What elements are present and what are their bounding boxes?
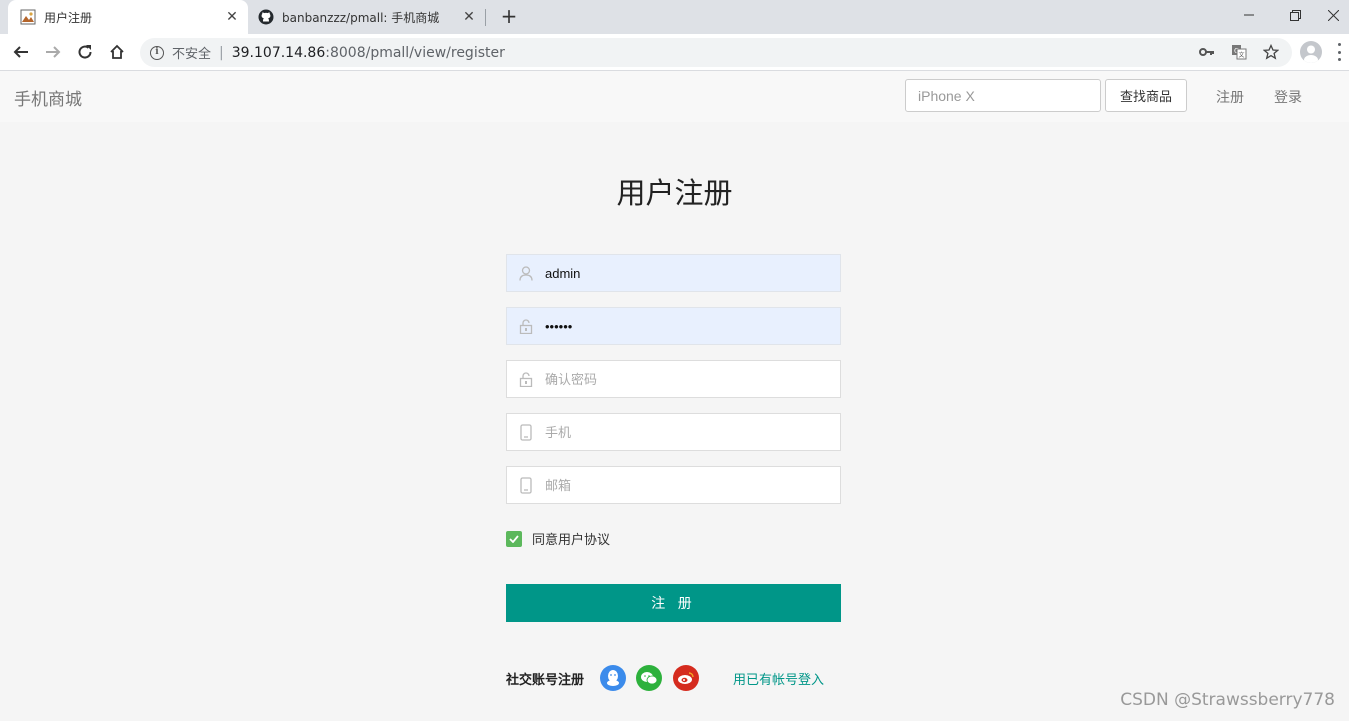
search-input[interactable] <box>905 79 1101 112</box>
new-tab-icon[interactable]: + <box>498 6 520 28</box>
lock-icon <box>507 308 545 344</box>
social-register-label: 社交账号注册 <box>506 673 585 688</box>
reload-icon[interactable] <box>71 38 99 66</box>
url-path: :8008/pmall/view/register <box>325 44 505 61</box>
svg-text:文: 文 <box>1239 51 1245 59</box>
nav-login-link[interactable]: 登录 <box>1274 87 1302 107</box>
tab-register[interactable]: 用户注册 ✕ <box>8 0 248 34</box>
confirm-password-field[interactable] <box>506 360 841 398</box>
watermark: CSDN @Strawssberry778 <box>1120 690 1335 710</box>
register-submit-button[interactable]: 注 册 <box>506 584 841 622</box>
nav-register-link[interactable]: 注册 <box>1216 87 1244 107</box>
agree-label: 同意用户协议 <box>532 533 611 548</box>
weibo-icon[interactable] <box>673 665 699 691</box>
restore-icon[interactable] <box>1272 0 1318 30</box>
browser-tab-strip: 用户注册 ✕ banbanzzz/pmall: 手机商城 ✕ + <box>0 0 1349 34</box>
password-field[interactable] <box>506 307 841 345</box>
phone-icon <box>507 467 545 503</box>
page-title: 用户注册 <box>616 176 733 210</box>
check-icon <box>509 534 519 543</box>
qq-icon[interactable] <box>600 665 626 691</box>
agree-checkbox[interactable] <box>506 530 522 547</box>
email-field[interactable] <box>506 466 841 504</box>
search-button[interactable]: 查找商品 <box>1105 79 1187 112</box>
page-favicon-icon <box>20 9 36 25</box>
insecure-label: 不安全 <box>172 47 212 62</box>
phone-input[interactable] <box>545 415 840 449</box>
key-icon[interactable] <box>1197 42 1217 62</box>
address-divider: | <box>219 44 224 61</box>
url-host: 39.107.14.86 <box>231 44 326 61</box>
browser-menu-icon[interactable] <box>1334 43 1344 61</box>
brand-logo[interactable]: 手机商城 <box>14 85 82 110</box>
confirm-password-input[interactable] <box>545 362 840 396</box>
bookmark-star-icon[interactable] <box>1261 42 1281 62</box>
tab-close-icon[interactable]: ✕ <box>222 7 242 27</box>
minimize-icon[interactable] <box>1226 0 1272 30</box>
user-icon <box>507 255 545 291</box>
info-icon[interactable]: i <box>150 45 164 60</box>
tab-title: banbanzzz/pmall: 手机商城 <box>282 10 440 25</box>
site-navbar: 手机商城 查找商品 注册 登录 <box>0 71 1349 122</box>
existing-account-login-link[interactable]: 用已有帐号登入 <box>733 669 824 688</box>
tab-github[interactable]: banbanzzz/pmall: 手机商城 ✕ <box>248 0 485 34</box>
password-input[interactable] <box>545 309 840 343</box>
forward-icon[interactable] <box>39 38 67 66</box>
address-bar[interactable]: i 不安全 | 39.107.14.86:8008/pmall/view/reg… <box>140 38 1292 67</box>
profile-avatar-icon[interactable] <box>1300 41 1322 63</box>
username-input[interactable] <box>545 256 840 290</box>
back-icon[interactable] <box>7 38 35 66</box>
github-icon <box>258 9 274 25</box>
wechat-icon[interactable] <box>636 665 662 691</box>
phone-field[interactable] <box>506 413 841 451</box>
agree-terms[interactable]: 同意用户协议 <box>506 529 610 548</box>
lock-icon <box>507 361 545 397</box>
tab-divider <box>485 9 486 26</box>
social-register: 社交账号注册 用已有帐号登入 <box>506 663 846 693</box>
translate-icon[interactable]: G文 <box>1229 42 1249 62</box>
home-icon[interactable] <box>103 38 131 66</box>
tab-title: 用户注册 <box>44 10 93 25</box>
email-input[interactable] <box>545 468 840 502</box>
phone-icon <box>507 414 545 450</box>
username-field[interactable] <box>506 254 841 292</box>
tab-close-icon[interactable]: ✕ <box>459 7 479 27</box>
close-window-icon[interactable] <box>1318 0 1349 30</box>
browser-toolbar: i 不安全 | 39.107.14.86:8008/pmall/view/reg… <box>0 34 1349 71</box>
